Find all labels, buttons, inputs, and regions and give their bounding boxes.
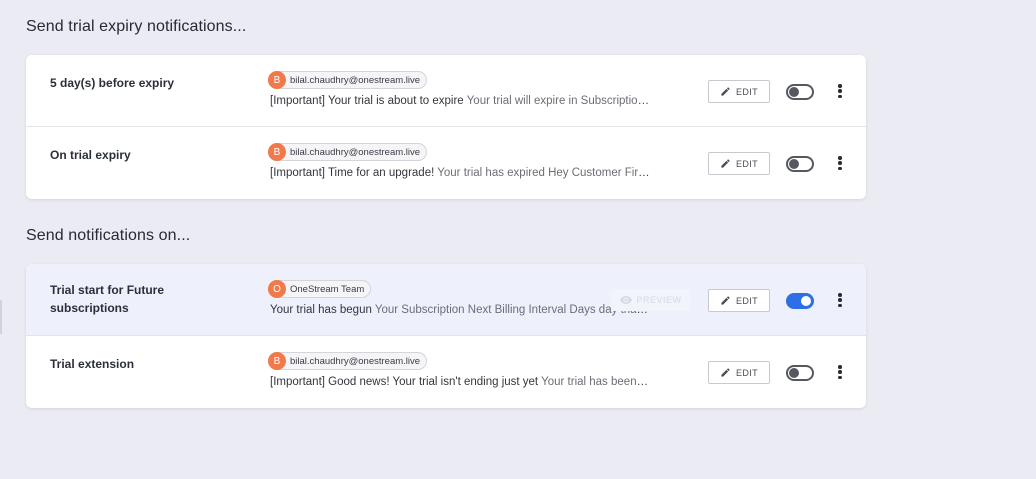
email-summary: Your trial has begun Your Subscription N… [270, 304, 650, 316]
pencil-icon [721, 159, 730, 168]
section-title-send-notifications: Send notifications on... [26, 227, 191, 244]
kebab-menu-icon[interactable] [834, 290, 846, 310]
notification-row-5-days-before-expiry[interactable]: 5 day(s) before expiry B bilal.chaudhry@… [26, 55, 866, 127]
row-label: Trial start for Future subscriptions [50, 283, 165, 315]
edit-label: EDIT [735, 86, 759, 97]
sender-chip: O OneStream Team [268, 280, 372, 298]
email-body-preview: Your trial has expired Hey Customer Firs… [437, 167, 650, 179]
email-subject: [Important] Your trial is about to expir… [270, 95, 464, 107]
preview-button[interactable]: PREVIEW [611, 289, 691, 311]
email-summary: [Important] Time for an upgrade! Your tr… [270, 167, 650, 179]
toggle-knob [789, 87, 799, 97]
row-label: On trial expiry [50, 148, 131, 162]
row-label: Trial extension [50, 357, 135, 371]
kebab-menu-icon[interactable] [834, 81, 846, 101]
sender-email: bilal.chaudhry@onestream.live [290, 355, 421, 367]
enable-toggle[interactable] [786, 365, 814, 381]
section-title-trial-expiry: Send trial expiry notifications... [26, 18, 247, 35]
email-subject: Your trial has begun [270, 304, 372, 316]
sender-chip: B bilal.chaudhry@onestream.live [268, 143, 428, 161]
notification-row-on-trial-expiry[interactable]: On trial expiry B bilal.chaudhry@onestre… [26, 127, 866, 199]
enable-toggle[interactable] [786, 293, 814, 309]
kebab-menu-icon[interactable] [834, 153, 846, 173]
email-body-preview: Your trial will expire in Subscription N… [466, 95, 650, 107]
notification-row-trial-start-future[interactable]: Trial start for Future subscriptions O O… [26, 264, 866, 336]
trial-expiry-card: 5 day(s) before expiry B bilal.chaudhry@… [26, 55, 866, 199]
edit-label: EDIT [735, 367, 759, 378]
sender-chip: B bilal.chaudhry@onestream.live [268, 71, 428, 89]
toggle-knob [789, 159, 799, 169]
email-body-preview: Your Subscription Next Billing Interval … [374, 304, 650, 316]
email-body-preview: Your trial has been extended [541, 376, 650, 388]
email-summary: [Important] Good news! Your trial isn't … [270, 376, 650, 388]
toggle-knob [801, 296, 811, 306]
notifications-card: Trial start for Future subscriptions O O… [26, 264, 866, 408]
edit-button[interactable]: EDIT [708, 289, 770, 312]
preview-label: PREVIEW [636, 295, 682, 305]
email-summary: [Important] Your trial is about to expir… [270, 95, 650, 107]
pencil-icon [721, 368, 730, 377]
sender-email: bilal.chaudhry@onestream.live [290, 74, 421, 86]
pencil-icon [721, 87, 730, 96]
kebab-menu-icon[interactable] [834, 362, 846, 382]
edit-button[interactable]: EDIT [708, 80, 770, 103]
eye-icon [620, 296, 633, 304]
avatar: O [268, 280, 286, 298]
notification-row-trial-extension[interactable]: Trial extension B bilal.chaudhry@onestre… [26, 336, 866, 408]
row-label: 5 day(s) before expiry [50, 76, 175, 90]
avatar: B [268, 71, 286, 89]
edit-label: EDIT [735, 295, 759, 306]
sender-email: bilal.chaudhry@onestream.live [290, 146, 421, 158]
enable-toggle[interactable] [786, 84, 814, 100]
edit-button[interactable]: EDIT [708, 152, 770, 175]
email-subject: [Important] Good news! Your trial isn't … [270, 376, 539, 388]
toggle-knob [789, 368, 799, 378]
pencil-icon [721, 296, 730, 305]
edit-label: EDIT [735, 158, 759, 169]
sender-chip: B bilal.chaudhry@onestream.live [268, 352, 428, 370]
avatar: B [268, 352, 286, 370]
enable-toggle[interactable] [786, 156, 814, 172]
sender-name: OneStream Team [290, 283, 365, 295]
side-drawer-handle[interactable] [0, 300, 2, 334]
avatar: B [268, 143, 286, 161]
email-subject: [Important] Time for an upgrade! [270, 167, 435, 179]
edit-button[interactable]: EDIT [708, 361, 770, 384]
